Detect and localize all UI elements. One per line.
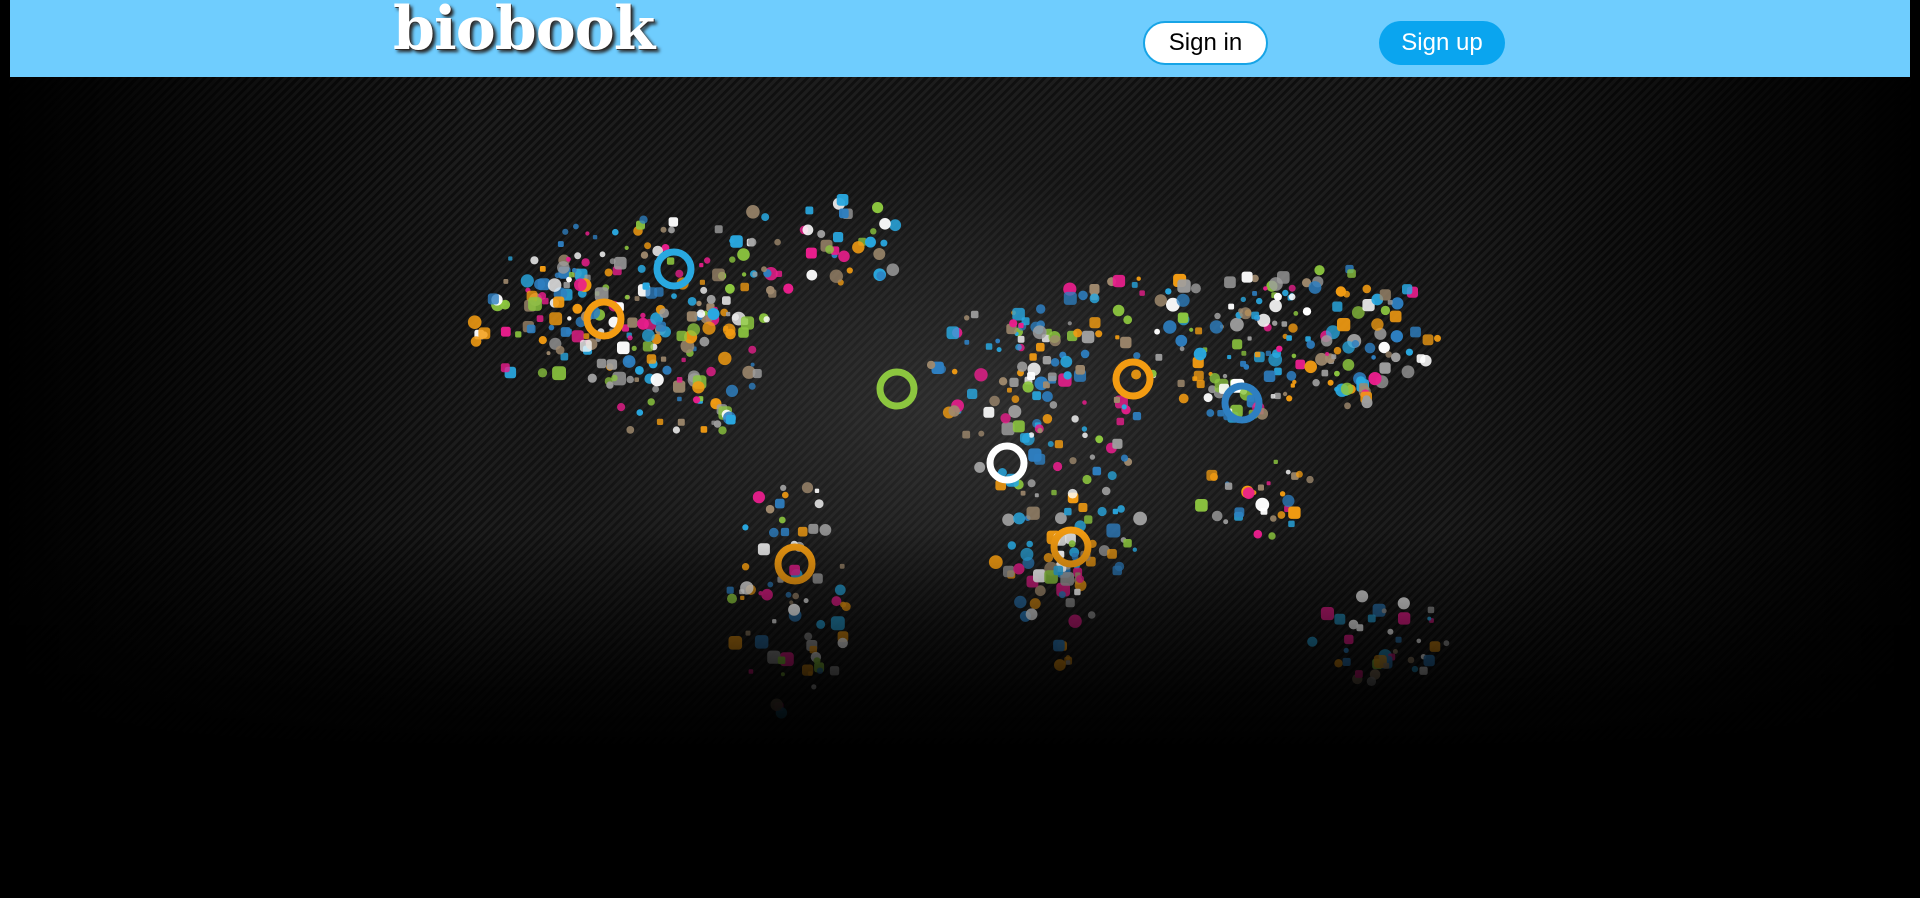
sign-in-button[interactable]: Sign in [1143,21,1268,65]
biobook-logo[interactable]: biobook [393,0,655,62]
hero-world-map-image [0,77,1920,898]
sign-up-button[interactable]: Sign up [1379,21,1505,65]
top-header: biobook Sign in Sign up [10,0,1910,77]
hero-vignette [0,77,1920,898]
